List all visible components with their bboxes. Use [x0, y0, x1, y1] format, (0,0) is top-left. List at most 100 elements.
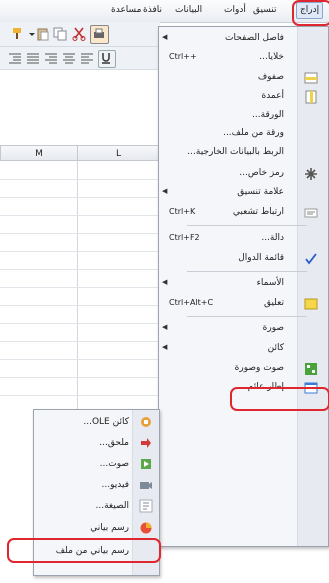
menu-item-label: كائن OLE...	[83, 417, 129, 427]
menu-item-label: أعمدة	[261, 91, 284, 101]
grid-line	[0, 269, 160, 270]
copy-icon[interactable]	[53, 27, 67, 41]
menu-tools[interactable]: أدوات	[224, 5, 246, 15]
ole-object-icon	[139, 415, 153, 429]
menu-item-function[interactable]: Ctrl+F2 دالة...	[159, 230, 328, 248]
grid-line	[0, 197, 160, 198]
menu-item-label: دالة...	[261, 233, 284, 243]
grid-line	[0, 395, 160, 396]
menu-window[interactable]: نافذة	[143, 5, 162, 15]
menu-item-label: رسم بياني	[90, 523, 129, 533]
submenu-arrow-icon: ◀	[162, 33, 168, 41]
menu-item-label: رمز خاص...	[239, 168, 284, 178]
object-submenu: كائن OLE... ملحق... صوت... فيديو... الصي…	[33, 409, 160, 576]
align-right-icon[interactable]	[44, 51, 58, 65]
menu-item-label: صفوف	[257, 72, 284, 82]
grid-line	[0, 287, 160, 288]
submenu-arrow-icon: ◀	[162, 278, 168, 286]
submenu-item-plugin[interactable]: ملحق...	[34, 433, 159, 453]
special-character-icon	[304, 167, 318, 181]
sound-icon	[139, 457, 153, 471]
column-header-l[interactable]: L	[77, 145, 160, 161]
grid-line	[0, 233, 160, 234]
menu-separator	[187, 316, 307, 317]
menu-item-label: الربط بالبيانات الخارجية...	[187, 147, 284, 157]
menu-item-rows[interactable]: صفوف	[159, 69, 328, 87]
menu-item-label: صوت وصورة	[234, 363, 284, 373]
formula-icon	[139, 499, 153, 513]
menu-item-label: صورة	[262, 323, 284, 333]
grid-line	[0, 251, 160, 252]
menu-item-special-character[interactable]: رمز خاص...	[159, 165, 328, 183]
menu-item-label: صوت...	[99, 459, 129, 469]
submenu-arrow-icon: ◀	[162, 343, 168, 351]
menu-help[interactable]: مساعدة	[111, 5, 141, 15]
paste-icon[interactable]	[36, 27, 50, 41]
menu-shortcut: Ctrl+F2	[169, 233, 200, 242]
underline-icon[interactable]	[98, 50, 116, 68]
menu-item-cells[interactable]: Ctrl++ خلايا...	[159, 49, 328, 67]
menu-item-object[interactable]: ◀ كائن	[159, 340, 328, 358]
menu-item-label: ورقة من ملف...	[223, 128, 284, 138]
movie-icon	[304, 362, 318, 376]
menu-data[interactable]: البيانات	[175, 5, 202, 15]
standard-toolbar	[0, 22, 160, 47]
menu-item-label: رسم بياني من ملف	[55, 546, 129, 556]
menu-shortcut: Ctrl+Alt+C	[169, 298, 214, 307]
menu-item-sheet-from-file[interactable]: ورقة من ملف...	[159, 125, 328, 143]
menu-item-hyperlink[interactable]: Ctrl+K ارتباط تشعبي	[159, 204, 328, 222]
grid-line	[0, 215, 160, 216]
comment-icon	[304, 297, 318, 311]
menu-item-label: خلايا...	[259, 52, 284, 62]
cut-icon[interactable]	[72, 27, 86, 41]
chart-icon	[139, 521, 153, 535]
menu-item-formatting-mark[interactable]: ◀ علامة تنسيق	[159, 184, 328, 202]
submenu-item-chart-from-file[interactable]: رسم بياني من ملف	[34, 541, 159, 561]
video-icon	[139, 478, 153, 492]
submenu-item-video[interactable]: فيديو...	[34, 475, 159, 495]
menu-item-label: ملحق...	[99, 438, 129, 448]
menu-format[interactable]: تنسيق	[253, 5, 276, 15]
menu-item-columns[interactable]: أعمدة	[159, 88, 328, 106]
menu-item-names[interactable]: ◀ الأسماء	[159, 275, 328, 293]
menu-item-movie-sound[interactable]: صوت وصورة	[159, 360, 328, 378]
grid-line	[77, 161, 78, 421]
menu-item-label: ارتباط تشعبي	[232, 207, 284, 217]
menu-item-link-external-data[interactable]: الربط بالبيانات الخارجية...	[159, 144, 328, 162]
menu-item-picture[interactable]: ◀ صورة	[159, 320, 328, 338]
submenu-item-ole-object[interactable]: كائن OLE...	[34, 412, 159, 432]
menu-insert[interactable]: إدراج	[296, 2, 324, 19]
align-justify-icon[interactable]	[26, 51, 40, 65]
checkmark-icon	[304, 252, 318, 266]
menu-item-label: تعليق	[263, 298, 284, 308]
menu-item-label: إطار عائم...	[239, 382, 284, 392]
submenu-item-chart[interactable]: رسم بياني	[34, 518, 159, 538]
menu-item-label: الأسماء	[256, 278, 284, 288]
menu-item-label: فيديو...	[101, 480, 129, 490]
menu-item-comment[interactable]: Ctrl+Alt+C تعليق	[159, 295, 328, 313]
menu-item-floating-frame[interactable]: إطار عائم...	[159, 379, 328, 397]
align-left-icon[interactable]	[80, 51, 94, 65]
plugin-icon	[139, 436, 153, 450]
grid-line	[0, 305, 160, 306]
menu-item-sheet[interactable]: الورقة...	[159, 107, 328, 125]
insert-columns-icon	[304, 90, 318, 104]
menu-item-label: الصيغة...	[95, 501, 129, 511]
format-paintbrush-icon[interactable]	[10, 27, 24, 41]
floating-frame-icon	[304, 381, 318, 395]
print-preview-icon[interactable]	[90, 25, 109, 44]
indent-icon[interactable]	[8, 51, 22, 65]
insert-menu: ◀ فاصل الصفحات Ctrl++ خلايا... صفوف أعمد…	[158, 26, 329, 547]
menu-shortcut: Ctrl+K	[169, 207, 196, 216]
column-header-m[interactable]: M	[0, 145, 78, 161]
submenu-item-formula[interactable]: الصيغة...	[34, 496, 159, 516]
submenu-item-sound[interactable]: صوت...	[34, 454, 159, 474]
menu-item-function-list[interactable]: قائمة الدوال	[159, 250, 328, 268]
menu-item-page-break[interactable]: ◀ فاصل الصفحات	[159, 30, 328, 48]
grid-line	[0, 179, 160, 180]
dropdown-arrow-icon[interactable]	[25, 27, 35, 41]
grid-line	[0, 341, 160, 342]
menu-bar: مساعدة نافذة البيانات أدوات تنسيق إدراج	[0, 0, 329, 23]
submenu-arrow-icon: ◀	[162, 187, 168, 195]
align-center-icon[interactable]	[62, 51, 76, 65]
